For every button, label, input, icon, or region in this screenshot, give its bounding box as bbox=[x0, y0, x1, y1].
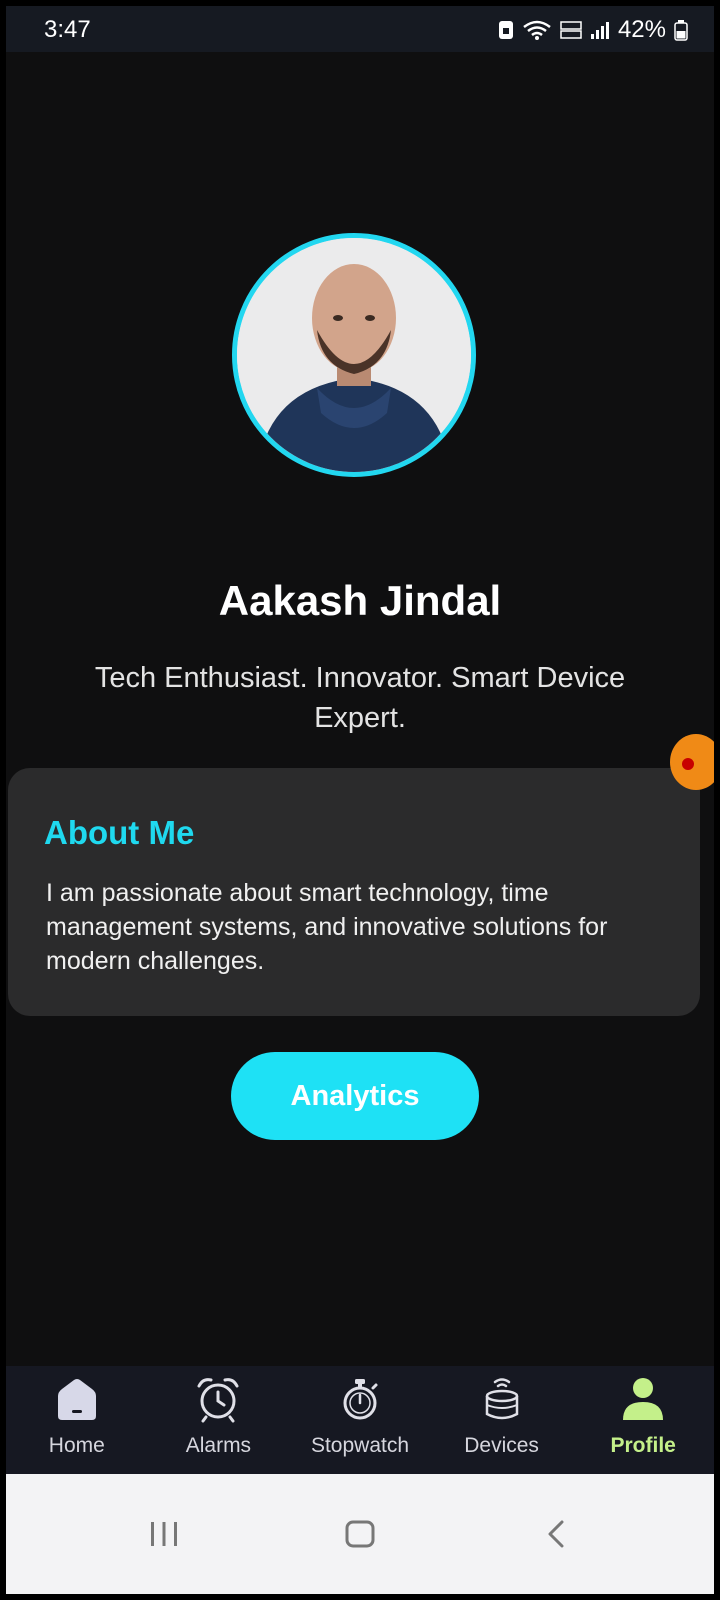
profile-name: Aakash Jindal bbox=[218, 577, 502, 624]
wifi-icon bbox=[523, 20, 551, 40]
smart-speaker-icon bbox=[485, 1378, 518, 1420]
status-time: 3:47 bbox=[44, 16, 91, 43]
floating-record-bubble[interactable] bbox=[670, 734, 714, 790]
sim-icon bbox=[498, 21, 513, 39]
about-card: About Me I am passionate about smart tec… bbox=[8, 768, 700, 1016]
status-bar: 3:47 42% bbox=[6, 6, 714, 52]
app-screen: 3:47 42% Aakash Jindal Tech Enthusiast. … bbox=[6, 6, 714, 1594]
person-photo bbox=[237, 238, 471, 472]
home-icon bbox=[57, 1379, 96, 1420]
nav-label-stopwatch: Stopwatch bbox=[310, 1434, 410, 1457]
nav-label-alarms: Alarms bbox=[185, 1434, 252, 1457]
home-square-icon bbox=[345, 1520, 375, 1548]
about-title: About Me bbox=[44, 814, 195, 851]
battery-icon bbox=[674, 20, 688, 41]
about-text: I am passionate about smart technology, … bbox=[46, 879, 608, 975]
bottom-navigation: Home Alarms Stopwatch Devices Profile bbox=[6, 1366, 714, 1474]
nav-item-alarms[interactable]: Alarms bbox=[148, 1366, 290, 1474]
nav-item-profile[interactable]: Profile bbox=[572, 1366, 714, 1474]
nav-label-devices: Devices bbox=[464, 1434, 539, 1457]
alarm-clock-icon bbox=[197, 1378, 239, 1423]
back-button[interactable] bbox=[532, 1510, 580, 1558]
nav-label-home: Home bbox=[48, 1434, 105, 1457]
recent-apps-icon bbox=[151, 1522, 177, 1546]
back-chevron-icon bbox=[548, 1520, 564, 1548]
profile-avatar bbox=[232, 233, 476, 477]
person-icon bbox=[623, 1378, 664, 1420]
home-nav-button[interactable] bbox=[336, 1510, 384, 1558]
profile-tagline: Tech Enthusiast. Innovator. Smart Device… bbox=[94, 662, 626, 734]
recent-apps-button[interactable] bbox=[140, 1510, 188, 1558]
system-navigation-bar bbox=[6, 1474, 714, 1594]
status-icons: 42% bbox=[498, 16, 688, 44]
stopwatch-icon bbox=[343, 1379, 378, 1420]
nav-item-stopwatch[interactable]: Stopwatch bbox=[289, 1366, 431, 1474]
nav-label-profile: Profile bbox=[610, 1434, 676, 1457]
battery-percent: 42% bbox=[617, 16, 666, 43]
volte-icon bbox=[560, 21, 582, 39]
nav-item-home[interactable]: Home bbox=[6, 1366, 148, 1474]
signal-icon bbox=[590, 22, 609, 39]
nav-item-devices[interactable]: Devices bbox=[431, 1366, 573, 1474]
analytics-button[interactable]: Analytics bbox=[231, 1052, 479, 1140]
